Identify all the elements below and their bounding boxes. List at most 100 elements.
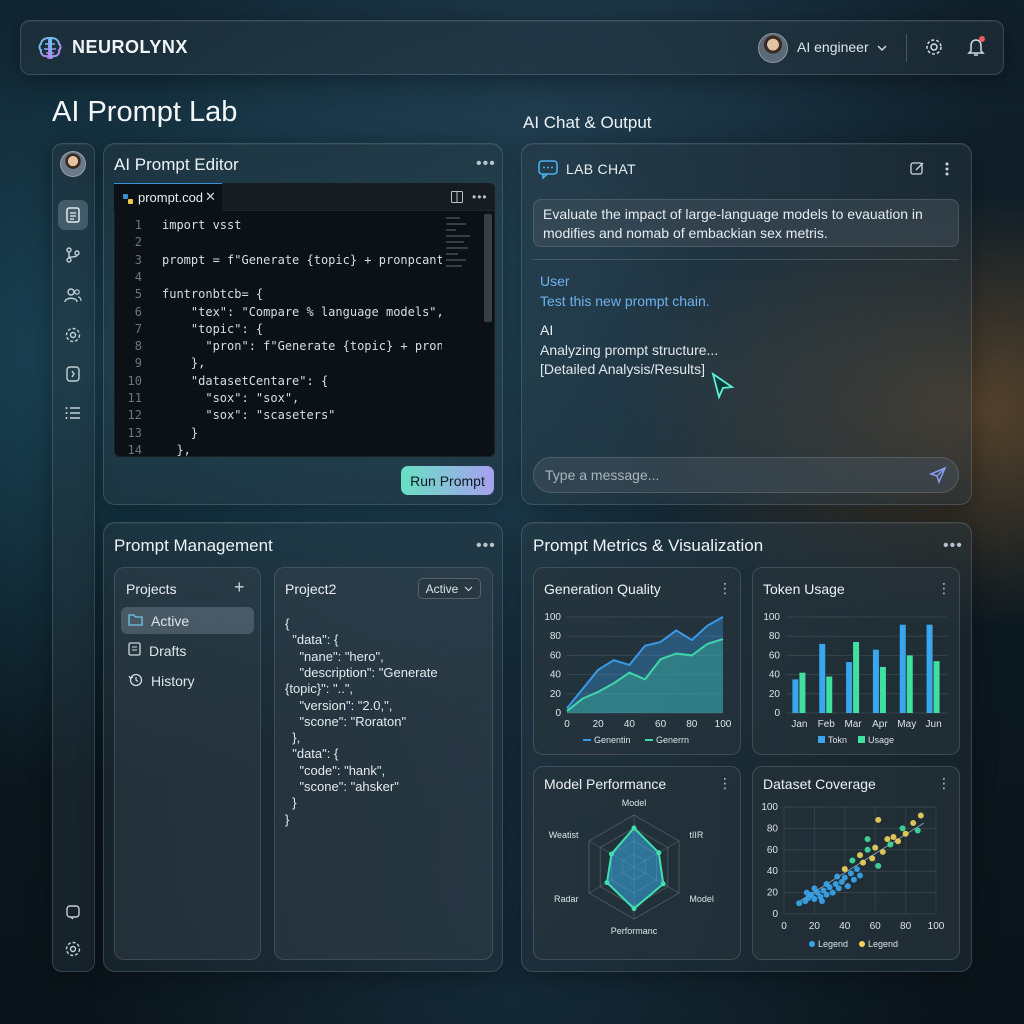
- editor-more-icon[interactable]: •••: [472, 191, 488, 203]
- card-more-icon[interactable]: ⋮: [937, 580, 951, 597]
- line-number: 11: [127, 391, 142, 405]
- divider: [533, 259, 959, 260]
- card-more-icon[interactable]: ⋮: [718, 775, 732, 792]
- scatter-point: [796, 900, 803, 907]
- x-tick-label: 0: [564, 719, 570, 730]
- y-tick-label: 20: [550, 689, 562, 700]
- card-more-icon[interactable]: ⋮: [937, 775, 951, 792]
- line-number: 2: [134, 235, 142, 250]
- bar: [826, 676, 833, 713]
- y-tick-label: 100: [763, 612, 780, 623]
- scatter-point: [847, 870, 854, 877]
- scatter-point: [864, 836, 871, 843]
- nav-item-drafts[interactable]: Drafts: [121, 637, 254, 664]
- x-tick-label: Jan: [791, 719, 807, 730]
- document-icon[interactable]: [61, 203, 85, 227]
- sidebar: [52, 143, 95, 972]
- chevron-down-icon[interactable]: [876, 41, 888, 59]
- list-icon[interactable]: [61, 401, 85, 425]
- json-line: {: [285, 616, 290, 631]
- json-line: }: [285, 795, 297, 811]
- scatter-point: [914, 827, 921, 834]
- branch-icon[interactable]: [61, 243, 85, 267]
- json-line: "scone": "ahsker": [285, 779, 399, 794]
- code-line: }: [162, 425, 199, 440]
- scatter-point: [823, 891, 830, 898]
- radar-point: [608, 851, 614, 857]
- radar-axis-label: Weatist: [549, 830, 579, 840]
- x-tick-label: 100: [928, 921, 945, 932]
- user-avatar[interactable]: [758, 33, 788, 63]
- projects-header: Projects: [126, 581, 177, 597]
- code-minimap: [444, 215, 482, 275]
- settings-icon[interactable]: [924, 37, 944, 62]
- user-role-dropdown[interactable]: AI engineer: [797, 39, 869, 55]
- notification-bell-icon[interactable]: [966, 36, 986, 63]
- split-view-icon[interactable]: [451, 190, 463, 208]
- y-tick-label: 60: [767, 845, 779, 856]
- scatter-point: [884, 836, 891, 843]
- line-number: 5: [134, 287, 142, 302]
- y-tick-label: 40: [767, 866, 779, 877]
- y-tick-label: 0: [555, 708, 561, 719]
- code-line: "topic": {: [162, 321, 264, 336]
- management-title: Prompt Management: [114, 536, 273, 555]
- close-tab-icon[interactable]: ✕: [205, 189, 216, 205]
- radar-axis-label: Model: [689, 894, 714, 904]
- edit-icon[interactable]: [910, 161, 925, 181]
- chart-title: Dataset Coverage: [763, 776, 876, 792]
- y-tick-label: 20: [769, 689, 781, 700]
- bar: [872, 649, 879, 713]
- line-number: 3: [134, 252, 142, 267]
- line-number: 13: [127, 425, 142, 440]
- legend-label: Tokn: [828, 735, 847, 745]
- users-icon[interactable]: [61, 283, 85, 307]
- more-options-icon[interactable]: •••: [476, 156, 496, 172]
- page-title: AI Prompt Lab: [52, 96, 238, 128]
- json-line: "data": {: [285, 746, 339, 762]
- scatter-point: [853, 866, 860, 873]
- metrics-title: Prompt Metrics & Visualization: [533, 536, 764, 555]
- send-icon[interactable]: [928, 466, 947, 489]
- scatter-point: [902, 830, 909, 837]
- status-value: Active: [425, 581, 459, 596]
- line-number: 9: [134, 356, 142, 371]
- scatter-point: [899, 825, 906, 832]
- nav-item-history[interactable]: History: [121, 667, 254, 694]
- legend-swatch: [858, 736, 865, 743]
- sidebar-avatar[interactable]: [60, 151, 86, 177]
- more-options-icon[interactable]: •••: [943, 538, 963, 554]
- legend-swatch: [859, 941, 865, 947]
- nav-item-active[interactable]: Active: [121, 607, 254, 634]
- folder-icon: [128, 613, 143, 629]
- code-line: "datasetCentare": {: [162, 373, 329, 388]
- ai-message: Analyzing prompt structure...: [540, 342, 719, 358]
- run-prompt-button[interactable]: Run Prompt: [401, 466, 494, 495]
- chat-header: LAB CHAT: [566, 161, 636, 177]
- gear-icon[interactable]: [61, 937, 85, 961]
- scatter-point: [879, 848, 886, 855]
- more-options-icon[interactable]: •••: [476, 538, 496, 554]
- line-number: 6: [134, 304, 142, 319]
- card-more-icon[interactable]: ⋮: [718, 580, 732, 597]
- scatter-point: [849, 857, 856, 864]
- ai-label: AI: [540, 322, 554, 338]
- scatter-point: [819, 898, 825, 905]
- code-line: },: [162, 442, 191, 457]
- scatter-point: [869, 855, 876, 862]
- scatter-point: [857, 852, 863, 859]
- code-file-icon[interactable]: [61, 362, 85, 386]
- model-performance-chart: Model tIIR Model Performanc Radar Weatist: [549, 798, 714, 936]
- add-project-icon[interactable]: +: [234, 578, 245, 596]
- chat-more-icon[interactable]: [945, 161, 949, 177]
- message-input[interactable]: [533, 457, 959, 493]
- code-scrollbar[interactable]: [484, 214, 492, 322]
- status-dropdown[interactable]: Active: [418, 578, 481, 599]
- scatter-point: [895, 838, 901, 845]
- x-tick-label: 20: [809, 921, 821, 932]
- bar: [906, 655, 913, 713]
- legend-label: Legend: [818, 939, 848, 949]
- chat-icon[interactable]: [61, 900, 85, 924]
- settings-icon[interactable]: [61, 323, 85, 347]
- chat-prompt-text: Evaluate the impact of large-language mo…: [543, 206, 923, 241]
